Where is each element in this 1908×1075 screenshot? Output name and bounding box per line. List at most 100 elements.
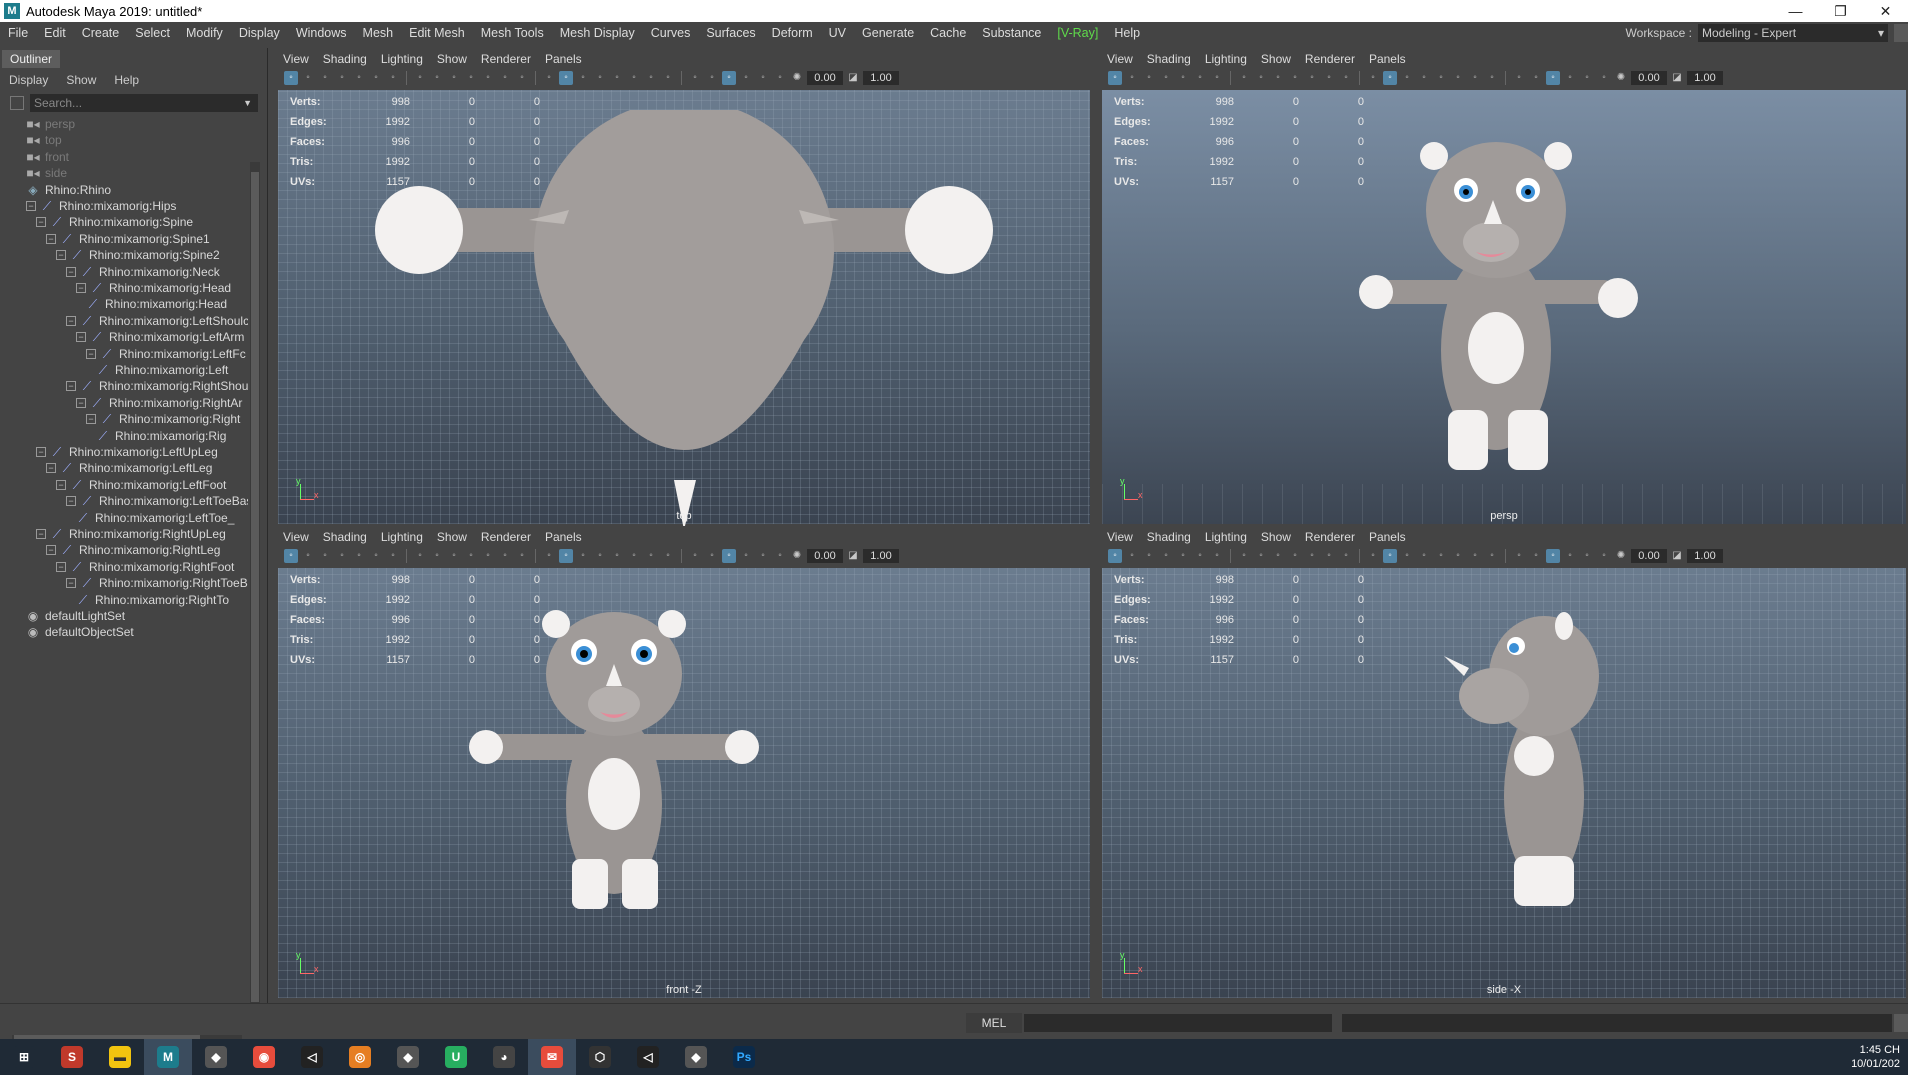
wireframe-icon[interactable]: ◦: [542, 549, 556, 563]
2d-pan-icon[interactable]: ◦: [1193, 549, 1207, 563]
collapse-icon[interactable]: −: [46, 233, 56, 244]
textured-icon[interactable]: ◦: [593, 71, 607, 85]
rhino-model-side[interactable]: [1424, 606, 1624, 926]
xray-icon[interactable]: ◦: [1529, 549, 1543, 563]
viewport-menu-shading[interactable]: Shading: [316, 52, 374, 66]
resolution-gate-icon[interactable]: ◦: [447, 71, 461, 85]
gamma-field[interactable]: 1.00: [1687, 549, 1723, 563]
viewport-menu-view[interactable]: View: [1100, 52, 1140, 66]
field-chart-icon[interactable]: ◦: [1305, 549, 1319, 563]
viewport-menu-panels[interactable]: Panels: [538, 52, 589, 66]
outliner-menu-display[interactable]: Display: [0, 70, 57, 90]
taskbar-item[interactable]: ◎: [336, 1039, 384, 1075]
film-gate-icon[interactable]: ◦: [430, 71, 444, 85]
gamma-icon[interactable]: ◦: [1597, 549, 1611, 563]
outliner-menu-help[interactable]: Help: [105, 70, 148, 90]
default-light-icon[interactable]: ◦: [1400, 71, 1414, 85]
workspace-dropdown[interactable]: Modeling - Expert ▾: [1698, 24, 1888, 42]
depth-of-field-icon[interactable]: ◦: [661, 549, 675, 563]
taskbar-item[interactable]: ⊞: [0, 1039, 48, 1075]
2d-pan-icon[interactable]: ◦: [369, 549, 383, 563]
select-camera-icon[interactable]: ◦: [284, 71, 298, 85]
viewport-menu-shading[interactable]: Shading: [1140, 52, 1198, 66]
menu-create[interactable]: Create: [74, 26, 128, 40]
xray-icon[interactable]: ◦: [1529, 71, 1543, 85]
ambient-occlusion-icon[interactable]: ◦: [1451, 549, 1465, 563]
xray-icon[interactable]: ◦: [705, 71, 719, 85]
collapse-icon[interactable]: −: [66, 578, 76, 589]
exposure-field[interactable]: 0.00: [1631, 71, 1667, 85]
textured-icon[interactable]: ◦: [1417, 71, 1431, 85]
safe-title-icon[interactable]: ◦: [1339, 549, 1353, 563]
taskbar-item[interactable]: ◁: [624, 1039, 672, 1075]
camera-attr-icon[interactable]: ◦: [1142, 549, 1156, 563]
antialias-icon[interactable]: ◦: [644, 549, 658, 563]
image-plane-icon[interactable]: ◦: [1176, 71, 1190, 85]
shadows-icon[interactable]: ◦: [1434, 549, 1448, 563]
mel-toggle-button[interactable]: MEL: [966, 1013, 1022, 1033]
taskbar-item[interactable]: ◆: [672, 1039, 720, 1075]
collapse-icon[interactable]: −: [76, 397, 86, 408]
taskbar-item[interactable]: ▬: [96, 1039, 144, 1075]
isolate-icon[interactable]: ◦: [1512, 71, 1526, 85]
taskbar-item[interactable]: ⬡: [576, 1039, 624, 1075]
backface-icon[interactable]: ◦: [1563, 549, 1577, 563]
smooth-shade-icon[interactable]: ◦: [1383, 549, 1397, 563]
collapse-icon[interactable]: −: [46, 463, 56, 474]
taskbar-clock[interactable]: 1:45 CH 10/01/202: [1851, 1043, 1900, 1071]
viewport-canvas[interactable]: Verts: 998 0 0 Edges: 1992 0 0 Faces: 996 0 0 Tris: 1…: [278, 90, 1090, 526]
menu-edit[interactable]: Edit: [36, 26, 74, 40]
collapse-icon[interactable]: −: [76, 283, 86, 293]
menu-modify[interactable]: Modify: [178, 26, 231, 40]
grid-icon[interactable]: ◦: [413, 71, 427, 85]
viewport-menu-panels[interactable]: Panels: [1362, 52, 1413, 66]
viewport-menu-show[interactable]: Show: [430, 52, 474, 66]
xray-joints-icon[interactable]: ◦: [1546, 549, 1560, 563]
exposure-icon[interactable]: ◦: [1580, 549, 1594, 563]
close-icon[interactable]: ✕: [1863, 0, 1908, 22]
exposure-icon[interactable]: ◦: [1580, 71, 1594, 85]
bookmark-icon[interactable]: ◦: [1159, 71, 1173, 85]
gamma-icon[interactable]: ◦: [1597, 71, 1611, 85]
exposure-icon[interactable]: ◦: [756, 71, 770, 85]
film-gate-icon[interactable]: ◦: [430, 549, 444, 563]
image-plane-icon[interactable]: ◦: [352, 549, 366, 563]
collapse-icon[interactable]: −: [36, 447, 46, 457]
ambient-occlusion-icon[interactable]: ◦: [627, 71, 641, 85]
lock-camera-icon[interactable]: ◦: [1125, 71, 1139, 85]
viewport-top[interactable]: View Shading Lighting Show Renderer Panels ◦ ◦ ◦…: [276, 50, 1092, 526]
collapse-icon[interactable]: −: [46, 545, 56, 556]
select-camera-icon[interactable]: ◦: [1108, 71, 1122, 85]
viewport-menu-show[interactable]: Show: [1254, 52, 1298, 66]
textured-icon[interactable]: ◦: [593, 549, 607, 563]
image-plane-icon[interactable]: ◦: [352, 71, 366, 85]
viewport-menu-renderer[interactable]: Renderer: [1298, 52, 1362, 66]
select-camera-icon[interactable]: ◦: [284, 549, 298, 563]
lock-camera-icon[interactable]: ◦: [1125, 549, 1139, 563]
rhino-model-persp[interactable]: [1346, 120, 1646, 500]
image-plane-icon[interactable]: ◦: [1176, 549, 1190, 563]
menu-mesh-display[interactable]: Mesh Display: [552, 26, 643, 40]
script-editor-button[interactable]: [1894, 1014, 1908, 1032]
gate-mask-icon[interactable]: ◦: [1288, 71, 1302, 85]
taskbar-item[interactable]: ◉: [240, 1039, 288, 1075]
taskbar-item[interactable]: M: [144, 1039, 192, 1075]
field-chart-icon[interactable]: ◦: [481, 71, 495, 85]
antialias-icon[interactable]: ◦: [644, 71, 658, 85]
lock-camera-icon[interactable]: ◦: [301, 71, 315, 85]
gamma-field[interactable]: 1.00: [1687, 71, 1723, 85]
collapse-icon[interactable]: −: [86, 348, 96, 359]
backface-icon[interactable]: ◦: [739, 549, 753, 563]
isolate-icon[interactable]: ◦: [1512, 549, 1526, 563]
vertical-scrollbar[interactable]: [250, 162, 260, 1022]
collapse-icon[interactable]: −: [56, 250, 66, 261]
tab-outliner[interactable]: Outliner: [2, 50, 60, 68]
collapse-icon[interactable]: −: [66, 381, 76, 392]
command-input[interactable]: [1024, 1014, 1332, 1032]
bookmark-icon[interactable]: ◦: [335, 71, 349, 85]
smooth-shade-icon[interactable]: ◦: [1383, 71, 1397, 85]
menu-curves[interactable]: Curves: [643, 26, 699, 40]
viewport-menu-shading[interactable]: Shading: [1140, 530, 1198, 544]
outliner-item[interactable]: ◉ defaultObjectSet: [26, 622, 134, 642]
depth-of-field-icon[interactable]: ◦: [661, 71, 675, 85]
